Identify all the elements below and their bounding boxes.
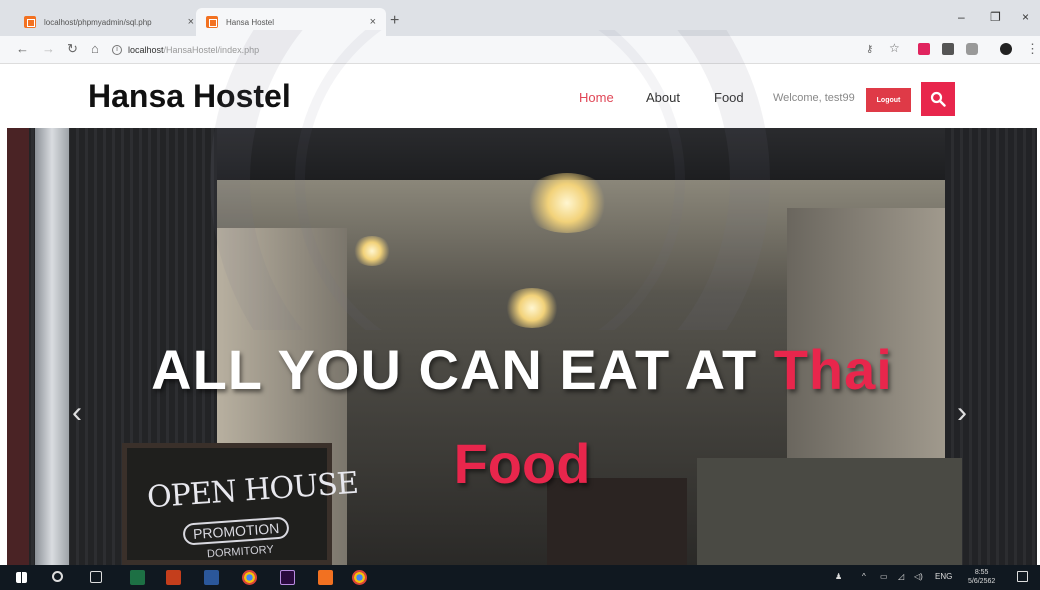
clock-time: 8:55 [974, 569, 989, 576]
carousel-prev-icon[interactable]: ‹ [72, 396, 82, 430]
maximize-button[interactable]: ❐ [990, 10, 1001, 24]
volume-icon[interactable]: ◁) [914, 572, 923, 581]
hero-carousel: OPEN HOUSE PROMOTION DORMITORY ALL YOU C… [7, 128, 1037, 565]
hero-headline-main: ALL YOU CAN EAT AT [151, 338, 774, 401]
extension-icon[interactable] [942, 43, 954, 55]
site-brand[interactable]: Hansa Hostel [88, 78, 291, 115]
task-view-icon[interactable] [90, 571, 102, 583]
home-icon[interactable]: ⌂ [91, 41, 99, 56]
xampp-icon[interactable] [318, 570, 333, 585]
xampp-favicon-icon [206, 16, 218, 28]
chrome-icon[interactable] [242, 570, 257, 585]
close-window-button[interactable]: × [1022, 10, 1029, 24]
menu-kebab-icon[interactable]: ⋮ [1026, 41, 1039, 57]
nav-home[interactable]: Home [579, 90, 614, 105]
logout-button[interactable]: Logout [866, 88, 911, 112]
browser-tab-bar: localhost/phpmyadmin/sql.php × Hansa Hos… [0, 0, 1040, 36]
search-icon [930, 91, 946, 107]
clock-date: 5/6/2562 [968, 578, 996, 585]
address-path: /HansaHostel/index.php [163, 45, 260, 55]
ceiling-light [522, 173, 612, 233]
star-icon[interactable]: ☆ [889, 41, 900, 55]
tab-label: localhost/phpmyadmin/sql.php [44, 17, 152, 27]
network-icon[interactable]: ◿ [898, 572, 904, 581]
hero-headline: ALL YOU CAN EAT AT Thai [7, 340, 1037, 400]
ceiling-light [502, 288, 562, 328]
excel-icon[interactable] [130, 570, 145, 585]
word-icon[interactable] [204, 570, 219, 585]
windows-start-icon[interactable] [16, 572, 27, 583]
notification-icon[interactable] [1017, 571, 1028, 582]
search-icon[interactable] [52, 571, 63, 582]
camera-icon[interactable] [966, 43, 978, 55]
powerpoint-icon[interactable] [166, 570, 181, 585]
hero-headline-second: Food [453, 432, 591, 495]
reload-icon[interactable]: ↻ [67, 41, 78, 57]
extension-icon[interactable] [918, 43, 930, 55]
nav-about[interactable]: About [646, 90, 680, 105]
xampp-favicon-icon [24, 16, 36, 28]
close-icon[interactable]: × [188, 16, 194, 28]
browser-toolbar: ← → ↻ ⌂ i localhost/HansaHostel/index.ph… [0, 36, 1040, 64]
address-host: localhost [128, 45, 164, 55]
new-tab-button[interactable]: + [390, 12, 399, 30]
profile-avatar[interactable] [1000, 43, 1012, 55]
nav-food[interactable]: Food [714, 90, 744, 105]
people-icon[interactable]: ♟ [835, 572, 842, 581]
chevron-up-icon[interactable]: ^ [862, 572, 866, 581]
welcome-text: Welcome, test99 [773, 92, 855, 104]
minimize-button[interactable]: – [958, 10, 965, 24]
ceiling-light [352, 236, 392, 266]
back-arrow-icon[interactable]: ← [16, 41, 29, 56]
address-bar[interactable]: i localhost/HansaHostel/index.php [112, 40, 857, 60]
carousel-next-icon[interactable]: › [957, 396, 967, 430]
search-button[interactable] [921, 82, 955, 116]
forward-arrow-icon[interactable]: → [42, 41, 55, 56]
close-icon[interactable]: × [370, 16, 376, 28]
hero-headline-highlight: Thai [773, 338, 893, 401]
browser-tab-hansa-hostel[interactable]: Hansa Hostel × [196, 8, 386, 36]
language-indicator[interactable]: ENG [935, 572, 952, 581]
tab-label: Hansa Hostel [226, 17, 275, 27]
info-icon[interactable]: i [112, 45, 122, 55]
battery-icon[interactable]: ▭ [880, 572, 888, 581]
site-header: Hansa Hostel Home About Food Welcome, te… [0, 64, 1040, 128]
windows-taskbar: ♟ ^ ▭ ◿ ◁) ENG 8:55 5/6/2562 [0, 565, 1040, 590]
browser-tab-phpmyadmin[interactable]: localhost/phpmyadmin/sql.php × [14, 8, 204, 36]
system-clock[interactable]: 8:55 5/6/2562 [968, 568, 995, 586]
chrome-icon[interactable] [352, 570, 367, 585]
premiere-icon[interactable] [280, 570, 295, 585]
key-icon[interactable]: ⚷ [866, 44, 873, 55]
